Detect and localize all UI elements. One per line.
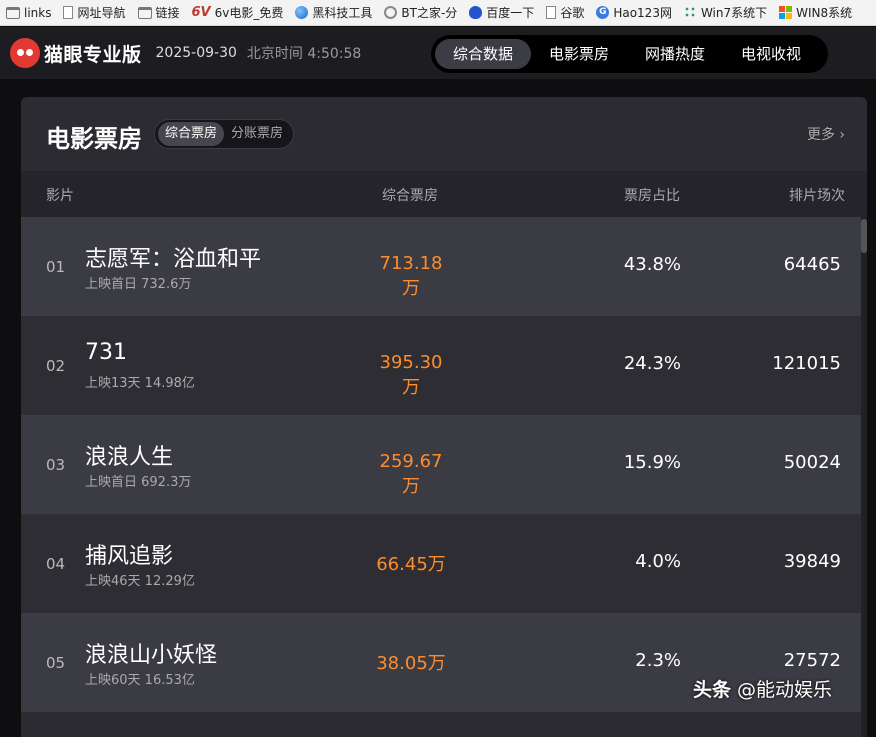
col-ratio: 票房占比 (624, 188, 680, 204)
page-icon (63, 6, 74, 19)
movie-release-info: 上映首日 732.6万 (85, 277, 192, 292)
bookmark-tech[interactable]: 黑科技工具 (289, 0, 378, 25)
movie-name: 浪浪人生 (85, 445, 174, 470)
table-row[interactable]: 02 731 上映13天 14.98亿 395.30万 24.3% 121015 (21, 316, 861, 415)
paw-icon (469, 6, 483, 19)
bookmark-6v[interactable]: 6V 6v电影_免费 (186, 0, 290, 25)
movie-showings: 121015 (772, 353, 841, 374)
movie-showings: 39849 (783, 551, 841, 572)
movie-list: 01 志愿军：浴血和平 上映首日 732.6万 713.18万 43.8% 64… (21, 217, 861, 712)
movie-box-office: 259.67万 (379, 451, 443, 497)
bookmark-nav[interactable]: 网址导航 (57, 0, 131, 25)
bookmark-win8[interactable]: WIN8系统 (773, 0, 858, 25)
bookmark-hao123[interactable]: G Hao123网 (590, 0, 678, 25)
win-icon (779, 6, 793, 19)
movie-box-office: 38.05万 (376, 653, 446, 674)
movie-box-ratio: 15.9% (623, 452, 681, 473)
tab-box-office[interactable]: 电影票房 (531, 39, 627, 69)
movie-release-info: 上映13天 14.98亿 (85, 376, 195, 391)
logo[interactable]: 猫眼专业版 (10, 38, 142, 68)
g-icon: G (596, 6, 610, 19)
table-row[interactable]: 01 志愿军：浴血和平 上映首日 732.6万 713.18万 43.8% 64… (21, 217, 861, 316)
cat-logo-icon (10, 38, 40, 68)
movie-release-info: 上映首日 692.3万 (85, 475, 192, 490)
watermark: 头条 @能动娱乐 (693, 679, 833, 701)
box-office-card: 电影票房 综合票房 分账票房 更多 › 影片 综合票房 票房占比 排片场次 01… (21, 97, 867, 737)
movie-showings: 27572 (783, 650, 841, 671)
col-shows: 排片场次 (789, 188, 845, 204)
app-header: 猫眼专业版 2025-09-30 北京时间 4:50:58 综合数据 电影票房 … (0, 27, 876, 79)
col-box: 综合票房 (382, 188, 438, 204)
card-title: 电影票房 (46, 125, 142, 153)
movie-release-info: 上映46天 12.29亿 (85, 574, 195, 589)
movie-name: 731 (85, 340, 127, 365)
bookmark-baidu[interactable]: 百度一下 (463, 0, 540, 25)
row-rank: 05 (46, 654, 66, 672)
movie-box-ratio: 4.0% (635, 551, 681, 572)
movie-box-office: 395.30万 (379, 352, 443, 398)
row-rank: 01 (46, 258, 66, 276)
bookmarks-bar: links 网址导航 链接 6V 6v电影_免费 黑科技工具 BT之家-分 百度一… (0, 0, 876, 26)
movie-showings: 50024 (783, 452, 841, 473)
toggle-overall-box[interactable]: 综合票房 (158, 122, 225, 146)
movie-showings: 64465 (783, 254, 841, 275)
movie-release-info: 上映60天 16.53亿 (85, 673, 195, 688)
bookmark-links-cn[interactable]: 链接 (132, 0, 186, 25)
header-clock: 北京时间 4:50:58 (246, 46, 362, 62)
movie-name: 捕风追影 (85, 544, 174, 569)
page-icon (546, 6, 557, 19)
col-film: 影片 (46, 188, 74, 204)
tab-overall-data[interactable]: 综合数据 (435, 39, 532, 69)
bt-icon (384, 6, 398, 19)
bookmark-google[interactable]: 谷歌 (540, 0, 590, 25)
row-rank: 02 (46, 357, 66, 375)
chevron-right-icon: › (834, 127, 845, 143)
more-link[interactable]: 更多 › (807, 124, 845, 144)
row-rank: 03 (46, 456, 66, 474)
header-date: 2025-09-30 (155, 45, 237, 61)
tab-tv-ratings[interactable]: 电视收视 (723, 39, 819, 69)
dots-icon (683, 6, 697, 19)
scroll-thumb[interactable] (861, 219, 867, 253)
movie-box-office: 66.45万 (376, 554, 446, 575)
table-row[interactable]: 03 浪浪人生 上映首日 692.3万 259.67万 15.9% 50024 (21, 415, 861, 514)
bookmark-links[interactable]: links (0, 0, 57, 25)
movie-box-office: 713.18万 (379, 253, 443, 299)
logo-text: 猫眼专业版 (44, 43, 142, 66)
movie-box-ratio: 24.3% (623, 353, 681, 374)
table-header: 影片 综合票房 票房占比 排片场次 (21, 171, 867, 217)
movie-box-ratio: 2.3% (635, 650, 681, 671)
movie-name: 志愿军：浴血和平 (85, 247, 262, 272)
movie-box-ratio: 43.8% (623, 254, 681, 275)
movie-name: 浪浪山小妖怪 (85, 643, 218, 668)
tab-web-heat[interactable]: 网播热度 (627, 39, 723, 69)
globe-icon (295, 6, 309, 19)
card-title-row: 电影票房 综合票房 分账票房 更多 › (21, 97, 867, 171)
scrollbar[interactable] (861, 217, 867, 737)
folder-icon (137, 6, 152, 19)
bookmark-win7[interactable]: Win7系统下 (678, 0, 773, 25)
box-type-toggle: 综合票房 分账票房 (154, 119, 295, 149)
folder-icon (6, 6, 20, 19)
main-nav: 综合数据 电影票房 网播热度 电视收视 (431, 35, 828, 73)
6v-icon: 6V (191, 5, 211, 20)
toggle-split-box[interactable]: 分账票房 (224, 122, 290, 146)
table-row[interactable]: 04 捕风追影 上映46天 12.29亿 66.45万 4.0% 39849 (21, 514, 861, 613)
bookmark-bt[interactable]: BT之家-分 (378, 0, 463, 25)
row-rank: 04 (46, 555, 66, 573)
